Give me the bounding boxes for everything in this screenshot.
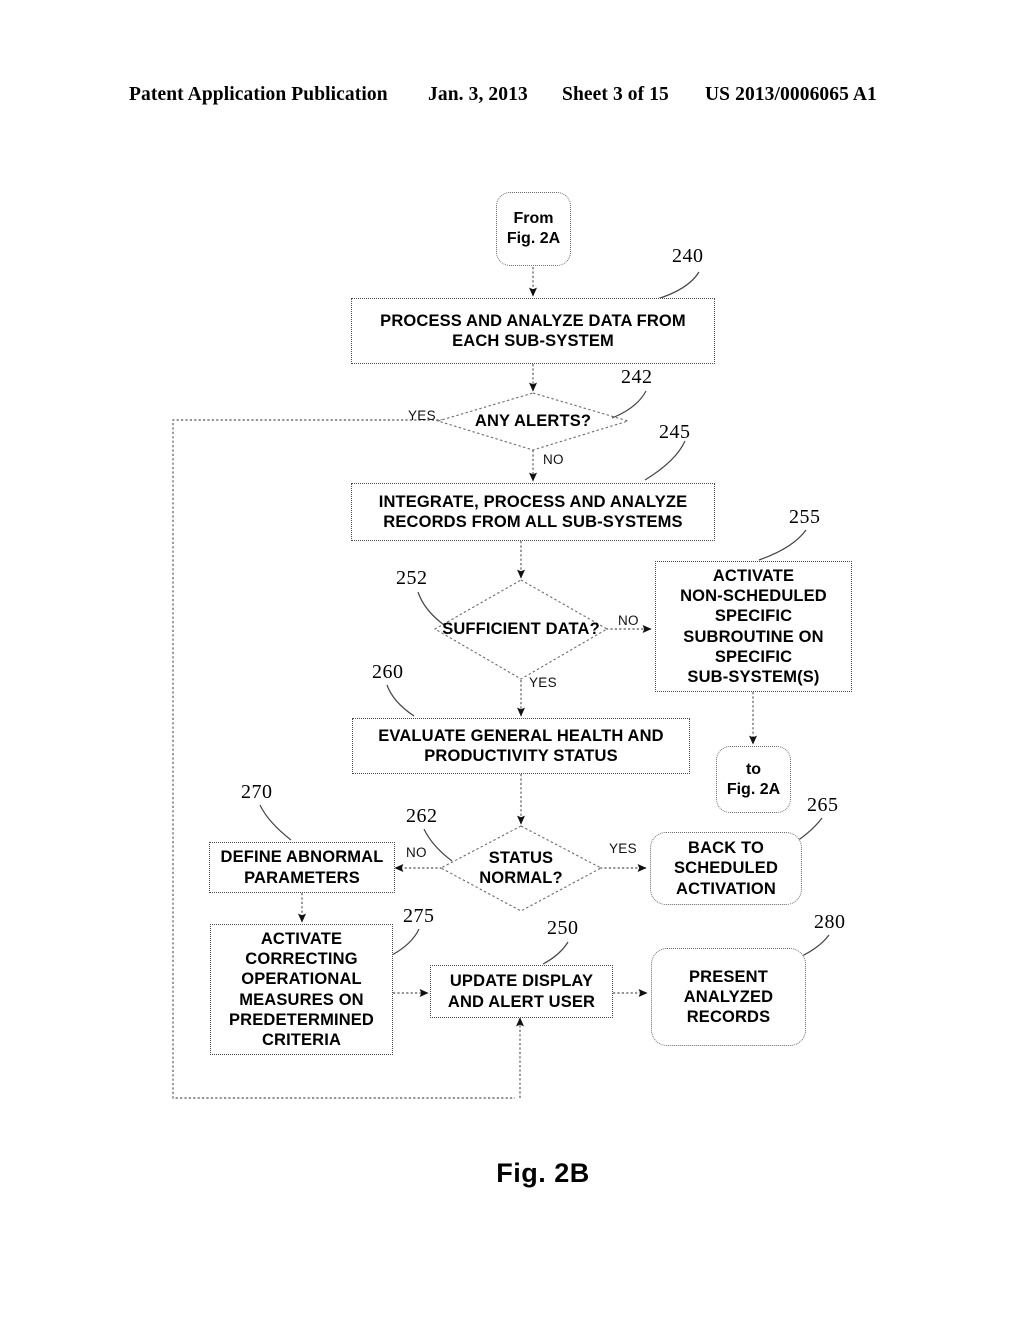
from-fig-2a-line2: Fig. 2A	[506, 230, 561, 247]
leader-270	[259, 804, 292, 841]
back-to-scheduled-line3: ACTIVATION	[676, 879, 776, 898]
activate-nonsched-line1: ACTIVATE	[712, 567, 795, 586]
leader-255	[758, 529, 807, 561]
integrate-line2: RECORDS FROM ALL SUB-SYSTEMS	[383, 513, 683, 531]
leader-240	[653, 271, 700, 301]
branch-label-alerts-yes: YES	[408, 408, 436, 423]
activate-correcting-line5: PREDETERMINED	[229, 1010, 374, 1029]
activate-correcting-line4: MEASURES ON	[239, 990, 364, 1009]
to-fig-2a-line2: Fig. 2A	[726, 780, 781, 798]
integrate-records-box[interactable]: INTEGRATE, PROCESS AND ANALYZE RECORDS F…	[351, 483, 715, 541]
update-display-line1: UPDATE DISPLAY	[449, 972, 594, 991]
update-display-line2: AND ALERT USER	[447, 992, 596, 1011]
process-analyze-line2: EACH SUB-SYSTEM	[452, 332, 614, 350]
define-abnormal-line2: PARAMETERS	[244, 868, 360, 887]
activate-correcting-line3: OPERATIONAL	[241, 970, 362, 989]
reference-numeral-275: 275	[403, 905, 435, 927]
reference-numeral-255: 255	[789, 506, 821, 528]
branch-label-sufficient-no: NO	[618, 613, 639, 628]
to-fig-2a-line1: to	[745, 760, 762, 778]
reference-numeral-265: 265	[807, 794, 839, 816]
integrate-line1: INTEGRATE, PROCESS AND ANALYZE	[378, 492, 688, 511]
activate-correcting-line1: ACTIVATE	[260, 930, 343, 949]
activate-nonsched-line4: SUBROUTINE ON	[683, 627, 824, 646]
activate-correcting-measures-box[interactable]: ACTIVATE CORRECTING OPERATIONAL MEASURES…	[210, 924, 393, 1055]
from-fig-2a-line1: From	[513, 210, 554, 228]
decision-status-normal[interactable]: STATUS NORMAL?	[441, 826, 601, 911]
present-records-line3: RECORDS	[686, 1008, 771, 1027]
leader-245	[644, 440, 686, 481]
define-abnormal-line1: DEFINE ABNORMAL	[220, 848, 384, 867]
present-analyzed-records-box[interactable]: PRESENT ANALYZED RECORDS	[651, 948, 806, 1046]
evaluate-health-line1: EVALUATE GENERAL HEALTH AND	[378, 726, 664, 745]
reference-numeral-262: 262	[406, 805, 438, 827]
branch-label-status-no: NO	[406, 845, 427, 860]
activate-nonsched-line5: SPECIFIC	[714, 647, 793, 666]
sufficient-data-line1: SUFFICIENT	[442, 619, 541, 638]
branch-label-status-yes: YES	[609, 841, 637, 856]
back-to-scheduled-line2: SCHEDULED	[673, 859, 779, 878]
activate-nonsched-line2: NON-SCHEDULED	[680, 587, 827, 606]
sufficient-data-line2: DATA?	[545, 619, 600, 638]
reference-numeral-250: 250	[547, 917, 579, 939]
evaluate-health-line2: PRODUCTIVITY STATUS	[424, 747, 618, 765]
figure-caption: Fig. 2B	[0, 1158, 1024, 1189]
reference-numeral-240: 240	[672, 245, 704, 267]
activate-nonsched-line3: SPECIFIC	[714, 607, 793, 626]
branch-label-alerts-no: NO	[543, 452, 564, 467]
status-normal-line1: STATUS	[488, 848, 554, 867]
leader-250	[542, 941, 569, 965]
decision-any-alerts[interactable]: ANY ALERTS?	[438, 393, 628, 450]
decision-sufficient-data[interactable]: SUFFICIENT DATA?	[435, 580, 607, 679]
branch-label-sufficient-yes: YES	[529, 675, 557, 690]
terminator-to-fig-2a[interactable]: to Fig. 2A	[716, 746, 791, 813]
present-records-line1: PRESENT	[689, 967, 768, 986]
define-abnormal-parameters-box[interactable]: DEFINE ABNORMAL PARAMETERS	[209, 842, 395, 893]
reference-numeral-280: 280	[814, 911, 846, 933]
process-analyze-data-box[interactable]: PROCESS AND ANALYZE DATA FROM EACH SUB-S…	[351, 298, 715, 364]
present-records-line2: ANALYZED	[683, 987, 774, 1006]
reference-numeral-245: 245	[659, 421, 691, 443]
reference-numeral-242: 242	[621, 366, 653, 388]
evaluate-health-box[interactable]: EVALUATE GENERAL HEALTH AND PRODUCTIVITY…	[352, 718, 690, 774]
terminator-from-fig-2a[interactable]: From Fig. 2A	[496, 192, 571, 266]
update-display-alert-user-box[interactable]: UPDATE DISPLAY AND ALERT USER	[430, 965, 613, 1018]
any-alerts-label: ANY ALERTS?	[474, 411, 592, 430]
leader-275	[391, 928, 420, 956]
leader-260	[386, 684, 415, 717]
flowchart-figure-2b: From Fig. 2A PROCESS AND ANALYZE DATA FR…	[0, 0, 1024, 1320]
activate-nonsched-line6: SUB-SYSTEM(S)	[687, 667, 820, 686]
process-analyze-line1: PROCESS AND ANALYZE DATA FROM	[380, 311, 686, 330]
back-to-scheduled-activation-box[interactable]: BACK TO SCHEDULED ACTIVATION	[650, 832, 802, 905]
reference-numeral-270: 270	[241, 781, 273, 803]
figure-caption-text: Fig. 2B	[496, 1158, 590, 1188]
activate-correcting-line6: CRITERIA	[261, 1030, 342, 1049]
activate-non-scheduled-subroutine-box[interactable]: ACTIVATE NON-SCHEDULED SPECIFIC SUBROUTI…	[655, 561, 852, 692]
status-normal-line2: NORMAL?	[479, 868, 563, 887]
activate-correcting-line2: CORRECTING	[245, 950, 358, 969]
back-to-scheduled-line1: BACK TO	[688, 839, 764, 858]
reference-numeral-260: 260	[372, 661, 404, 683]
reference-numeral-252: 252	[396, 567, 428, 589]
